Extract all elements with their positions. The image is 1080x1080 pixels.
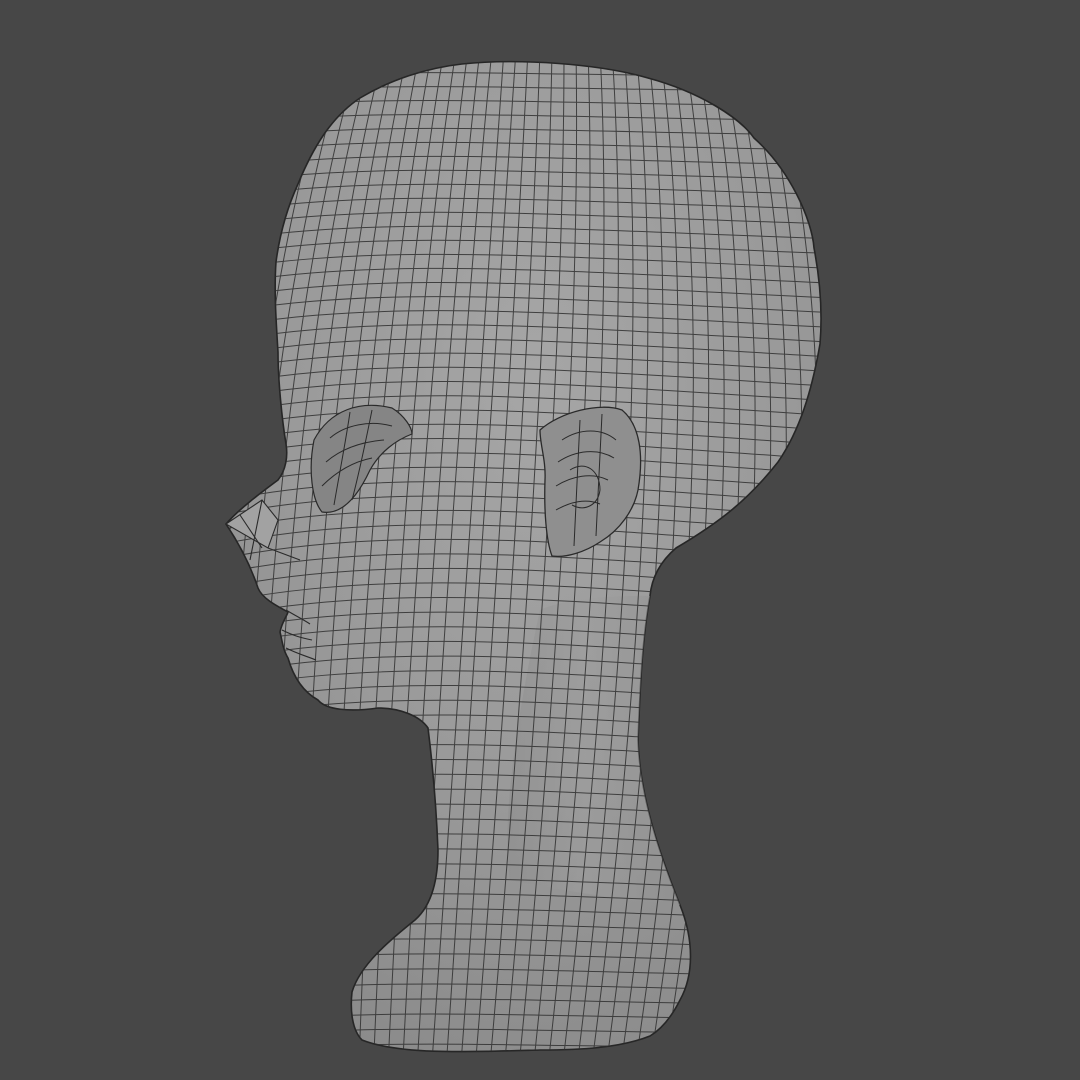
neck-shading (507, 595, 680, 905)
head-silhouette (224, 60, 822, 1053)
head-mesh-render (224, 60, 822, 1053)
3d-viewport[interactable] (0, 0, 1080, 1080)
